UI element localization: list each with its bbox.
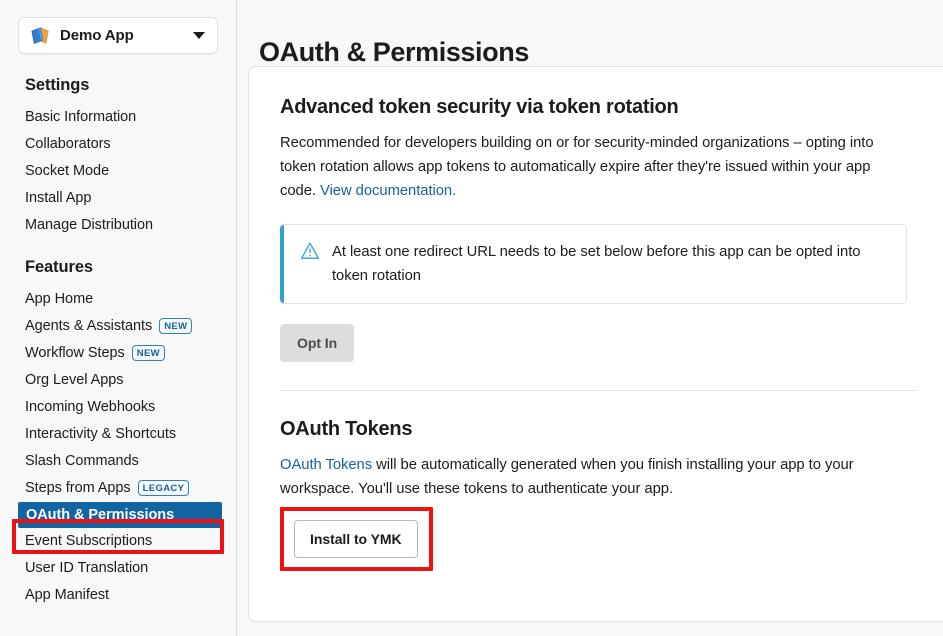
token-rotation-title: Advanced token security via token rotati… bbox=[280, 96, 679, 118]
sidebar-item-incoming-webhooks[interactable]: Incoming Webhooks bbox=[0, 394, 236, 421]
sidebar-item-install-app[interactable]: Install App bbox=[0, 185, 236, 212]
sidebar-nav: Settings Basic Information Collaborators… bbox=[0, 64, 236, 609]
install-to-workspace-button[interactable]: Install to YMK bbox=[294, 520, 418, 558]
sidebar-item-label: App Home bbox=[25, 291, 94, 307]
redirect-url-alert: At least one redirect URL needs to be se… bbox=[280, 224, 907, 304]
sidebar-item-agents-assistants[interactable]: Agents & Assistants NEW bbox=[0, 313, 236, 340]
sidebar-item-interactivity-shortcuts[interactable]: Interactivity & Shortcuts bbox=[0, 421, 236, 448]
sidebar-item-label: Steps from Apps bbox=[25, 480, 131, 496]
sidebar-item-socket-mode[interactable]: Socket Mode bbox=[0, 158, 236, 185]
token-rotation-body: Recommended for developers building on o… bbox=[280, 131, 900, 203]
sidebar-item-oauth-permissions[interactable]: OAuth & Permissions bbox=[18, 502, 222, 528]
opt-in-button[interactable]: Opt In bbox=[280, 324, 355, 362]
badge-new: NEW bbox=[159, 317, 193, 334]
sidebar: Demo App Settings Basic Information Coll… bbox=[0, 0, 237, 636]
oauth-tokens-title: OAuth Tokens bbox=[280, 418, 413, 440]
page-title: OAuth & Permissions bbox=[259, 37, 529, 68]
sidebar-item-org-level-apps[interactable]: Org Level Apps bbox=[0, 367, 236, 394]
sidebar-item-label: User ID Translation bbox=[25, 560, 149, 576]
sidebar-item-app-home[interactable]: App Home bbox=[0, 286, 236, 313]
redirect-url-alert-text: At least one redirect URL needs to be se… bbox=[332, 244, 861, 284]
nav-heading-settings: Settings bbox=[25, 76, 90, 94]
sidebar-item-label: Incoming Webhooks bbox=[25, 399, 156, 415]
sidebar-item-event-subscriptions[interactable]: Event Subscriptions bbox=[0, 528, 236, 555]
oauth-tokens-link[interactable]: OAuth Tokens bbox=[280, 457, 372, 473]
sidebar-item-slash-commands[interactable]: Slash Commands bbox=[0, 448, 236, 475]
app-switcher-button[interactable]: Demo App bbox=[18, 17, 218, 54]
app-book-icon bbox=[31, 26, 49, 44]
sidebar-item-label: Install App bbox=[25, 190, 92, 206]
sidebar-item-basic-information[interactable]: Basic Information bbox=[0, 104, 236, 131]
sidebar-item-manage-distribution[interactable]: Manage Distribution bbox=[0, 212, 236, 239]
badge-new: NEW bbox=[131, 344, 165, 361]
oauth-tokens-section: OAuth Tokens OAuth Tokens will be automa… bbox=[280, 391, 916, 571]
sidebar-item-workflow-steps[interactable]: Workflow Steps NEW bbox=[0, 340, 236, 367]
sidebar-item-label: Org Level Apps bbox=[25, 372, 124, 388]
sidebar-item-user-id-translation[interactable]: User ID Translation bbox=[0, 555, 236, 582]
sidebar-item-label: Agents & Assistants bbox=[25, 318, 153, 334]
app-switcher-label: Demo App bbox=[60, 27, 134, 44]
oauth-tokens-body: OAuth Tokens will be automatically gener… bbox=[280, 453, 900, 501]
sidebar-item-label: Basic Information bbox=[25, 109, 137, 125]
install-button-wrapper: Install to YMK bbox=[280, 507, 433, 571]
sidebar-item-steps-from-apps[interactable]: Steps from Apps LEGACY bbox=[0, 475, 236, 502]
chevron-down-icon bbox=[193, 32, 205, 39]
view-documentation-link[interactable]: View documentation. bbox=[320, 183, 456, 199]
badge-legacy: LEGACY bbox=[137, 479, 190, 496]
sidebar-item-label: Socket Mode bbox=[25, 163, 110, 179]
sidebar-item-collaborators[interactable]: Collaborators bbox=[0, 131, 236, 158]
sidebar-item-label: OAuth & Permissions bbox=[26, 507, 175, 523]
sidebar-item-label: Interactivity & Shortcuts bbox=[25, 426, 177, 442]
sidebar-item-app-manifest[interactable]: App Manifest bbox=[0, 582, 236, 609]
sidebar-item-label: Manage Distribution bbox=[25, 217, 154, 233]
sidebar-item-label: Event Subscriptions bbox=[25, 533, 153, 549]
sidebar-item-label: Collaborators bbox=[25, 136, 111, 152]
sidebar-item-label: Slash Commands bbox=[25, 453, 139, 469]
app-root: Demo App Settings Basic Information Coll… bbox=[0, 0, 943, 636]
content-card: Advanced token security via token rotati… bbox=[248, 66, 943, 622]
main-content: OAuth & Permissions Advanced token secur… bbox=[237, 0, 943, 636]
sidebar-item-label: App Manifest bbox=[25, 587, 110, 603]
warning-triangle-icon bbox=[300, 242, 320, 259]
sidebar-item-label: Workflow Steps bbox=[25, 345, 125, 361]
nav-heading-features: Features bbox=[25, 258, 93, 276]
